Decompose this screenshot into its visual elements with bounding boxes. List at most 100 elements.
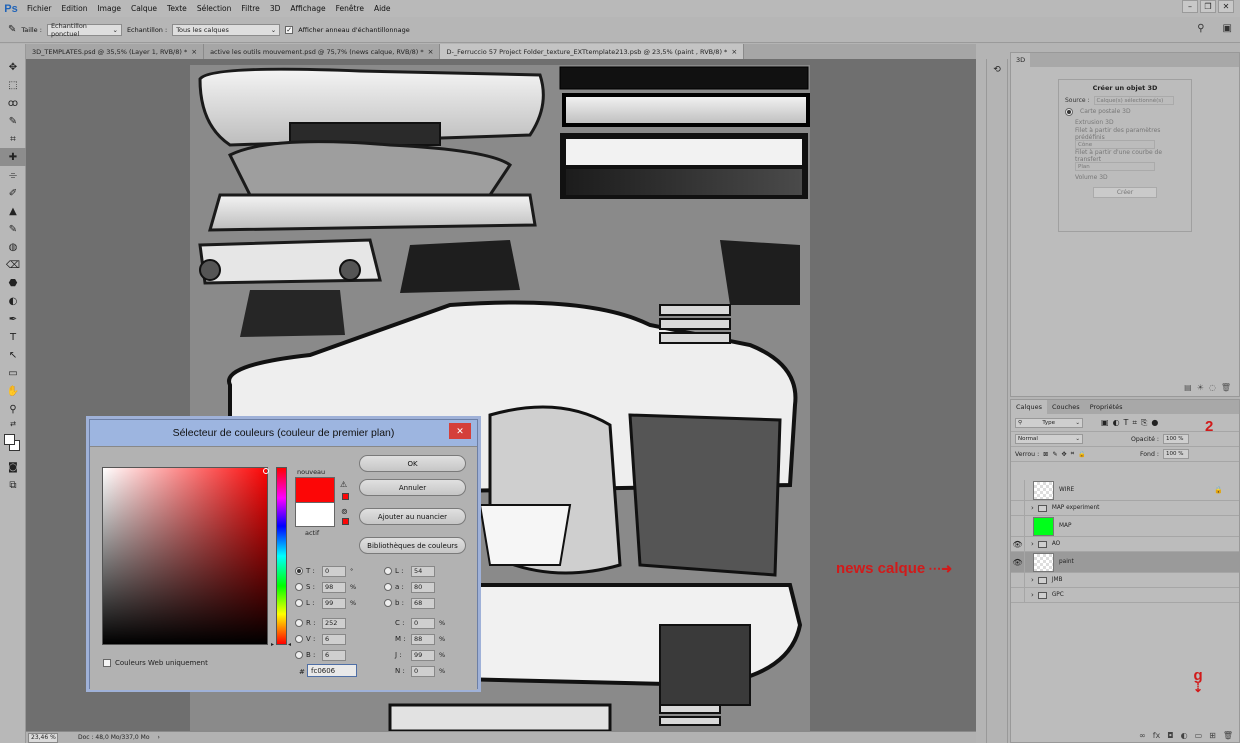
visibility-toggle[interactable] bbox=[1011, 587, 1025, 603]
restore-button[interactable]: ❐ bbox=[1200, 0, 1216, 13]
saturation-radio[interactable] bbox=[295, 583, 303, 591]
visibility-toggle[interactable] bbox=[1011, 479, 1025, 501]
tab-outils-mouvement[interactable]: active les outils mouvement.psd @ 75,7% … bbox=[204, 44, 441, 59]
radio-postcard[interactable] bbox=[1065, 107, 1073, 116]
brightness-input[interactable]: 99 bbox=[322, 597, 346, 609]
path-selection-tool-icon[interactable]: ↖ bbox=[0, 346, 26, 364]
layer-group-map-experiment[interactable]: › MAP experiment bbox=[1011, 500, 1239, 516]
trash-icon[interactable]: 🗑 bbox=[1221, 383, 1231, 392]
filter-type-icon[interactable]: T bbox=[1124, 418, 1129, 427]
dialog-close-button[interactable]: ✕ bbox=[449, 423, 471, 439]
tab-3d[interactable]: 3D bbox=[1011, 53, 1031, 67]
lock-all-icon[interactable]: 🔒 bbox=[1078, 450, 1086, 458]
eyedropper-tool-preset-icon[interactable]: ✎ bbox=[8, 24, 16, 35]
layer-group-ao[interactable]: 👁 › AO bbox=[1011, 536, 1239, 552]
saturation-brightness-field[interactable] bbox=[102, 467, 269, 645]
lock-pixels-icon[interactable]: ✎ bbox=[1052, 451, 1057, 458]
magic-wand-tool-icon[interactable]: ✎ bbox=[0, 112, 26, 130]
dialog-titlebar[interactable]: Sélecteur de couleurs (couleur de premie… bbox=[90, 420, 477, 446]
new-layer-icon[interactable]: ⊞ bbox=[1209, 731, 1216, 740]
black-input[interactable]: 0 bbox=[411, 665, 435, 677]
search-icon[interactable]: ⚲ bbox=[1197, 23, 1204, 34]
foreground-color-swatch[interactable] bbox=[4, 434, 15, 445]
layer-paint[interactable]: 👁 paint bbox=[1011, 551, 1239, 573]
gamut-warning-icon[interactable]: ⚠ bbox=[340, 480, 347, 489]
visibility-toggle[interactable] bbox=[1011, 572, 1025, 588]
visibility-toggle[interactable] bbox=[1011, 515, 1025, 537]
tab-proprietes[interactable]: Propriétés bbox=[1085, 400, 1128, 414]
layer-group-jmb[interactable]: › JMB bbox=[1011, 572, 1239, 588]
lab-l-radio[interactable] bbox=[384, 567, 392, 575]
tools-panel-grip[interactable] bbox=[0, 44, 25, 58]
hue-slider[interactable] bbox=[276, 467, 287, 645]
screen-mode-icon[interactable]: ⧉ bbox=[0, 476, 26, 494]
type-tool-icon[interactable]: T bbox=[0, 328, 26, 346]
rectangle-tool-icon[interactable]: ▭ bbox=[0, 364, 26, 382]
scene-icon[interactable]: ▤ bbox=[1184, 383, 1192, 392]
swap-colors-icon[interactable]: ⇄ bbox=[0, 418, 26, 430]
option-volume[interactable]: Volume 3D bbox=[1065, 172, 1185, 183]
fx-icon[interactable]: fx bbox=[1153, 731, 1161, 740]
brush-tool-icon[interactable]: ✐ bbox=[0, 184, 26, 202]
lab-l-input[interactable]: 54 bbox=[411, 565, 435, 577]
option-preset-mesh[interactable]: Filet à partir des paramètres prédéfinis bbox=[1065, 127, 1185, 141]
material-icon[interactable]: ◌ bbox=[1209, 383, 1216, 392]
eyedropper-tool-icon[interactable]: ✚ bbox=[0, 148, 26, 166]
close-icon[interactable]: × bbox=[731, 48, 737, 56]
ok-button[interactable]: OK bbox=[359, 455, 466, 472]
layer-map[interactable]: MAP bbox=[1011, 515, 1239, 537]
menu-aide[interactable]: Aide bbox=[369, 4, 396, 13]
source-select[interactable]: Calque(s) sélectionné(s) bbox=[1093, 96, 1174, 105]
saturation-input[interactable]: 98 bbox=[322, 581, 346, 593]
filter-adjustment-icon[interactable]: ◐ bbox=[1113, 418, 1120, 427]
delete-layer-icon[interactable]: 🗑 bbox=[1223, 731, 1233, 740]
size-select[interactable]: Echantillon ponctuel ⌄ bbox=[46, 22, 122, 38]
blue-radio[interactable] bbox=[295, 651, 303, 659]
tab-calques[interactable]: Calques bbox=[1011, 400, 1047, 414]
sampling-ring-checkbox[interactable]: ✓ bbox=[285, 25, 294, 34]
green-input[interactable]: 6 bbox=[322, 633, 346, 645]
quick-mask-icon[interactable]: ◙ bbox=[0, 458, 26, 476]
close-window-button[interactable]: ✕ bbox=[1218, 0, 1234, 13]
hue-radio[interactable] bbox=[295, 567, 303, 575]
tab-ferruccio-template[interactable]: D-_Ferruccio 57 Project Folder_texture_E… bbox=[440, 44, 745, 59]
lab-b-input[interactable]: 68 bbox=[411, 597, 435, 609]
filter-shape-icon[interactable]: ⌗ bbox=[1132, 418, 1137, 428]
history-brush-tool-icon[interactable]: ✎ bbox=[0, 220, 26, 238]
yellow-input[interactable]: 99 bbox=[411, 649, 435, 661]
crop-tool-icon[interactable]: ⌗ bbox=[0, 130, 26, 148]
filter-smart-icon[interactable]: ⎘ bbox=[1141, 418, 1147, 428]
zoom-tool-icon[interactable]: ⚲ bbox=[0, 400, 26, 418]
menu-edition[interactable]: Edition bbox=[57, 4, 93, 13]
chevron-right-icon[interactable]: › bbox=[158, 734, 160, 741]
menu-filtre[interactable]: Filtre bbox=[236, 4, 264, 13]
web-colors-only-option[interactable]: Couleurs Web uniquement bbox=[103, 659, 208, 667]
menu-texte[interactable]: Texte bbox=[162, 4, 192, 13]
layer-filter-select[interactable]: ⚲ Type ⌄ bbox=[1015, 417, 1083, 428]
chevron-right-icon[interactable]: › bbox=[1031, 591, 1034, 599]
dodge-tool-icon[interactable]: ◐ bbox=[0, 292, 26, 310]
link-layers-icon[interactable]: ∞ bbox=[1139, 731, 1146, 740]
blue-input[interactable]: 6 bbox=[322, 649, 346, 661]
move-tool-icon[interactable]: ✥ bbox=[0, 58, 26, 76]
web-safe-warning-icon[interactable]: ⊚ bbox=[341, 507, 348, 516]
tab-3d-templates[interactable]: 3D_TEMPLATES.psd @ 35,5% (Layer 1, RVB/8… bbox=[26, 44, 205, 59]
sample-select[interactable]: Tous les calques ⌄ bbox=[172, 23, 281, 36]
eye-icon[interactable]: 👁 bbox=[1011, 551, 1025, 573]
lab-a-radio[interactable] bbox=[384, 583, 392, 591]
visibility-toggle[interactable] bbox=[1011, 500, 1025, 516]
cyan-input[interactable]: 0 bbox=[411, 617, 435, 629]
marquee-tool-icon[interactable]: ⬚ bbox=[0, 76, 26, 94]
lock-position-icon[interactable]: ✥ bbox=[1062, 451, 1067, 458]
magenta-input[interactable]: 88 bbox=[411, 633, 435, 645]
create-3d-button[interactable]: Créer bbox=[1093, 187, 1157, 198]
cancel-button[interactable]: Annuler bbox=[359, 479, 466, 496]
tab-couches[interactable]: Couches bbox=[1047, 400, 1085, 414]
eraser-tool-icon[interactable]: ⌫ bbox=[0, 256, 26, 274]
chevron-right-icon[interactable]: › bbox=[1031, 576, 1034, 584]
hue-input[interactable]: 0 bbox=[322, 565, 346, 577]
close-icon[interactable]: × bbox=[191, 48, 197, 56]
new-group-icon[interactable]: ▭ bbox=[1195, 731, 1203, 740]
pen-tool-icon[interactable]: ✒ bbox=[0, 310, 26, 328]
opacity-field[interactable]: 100 % bbox=[1163, 434, 1189, 444]
